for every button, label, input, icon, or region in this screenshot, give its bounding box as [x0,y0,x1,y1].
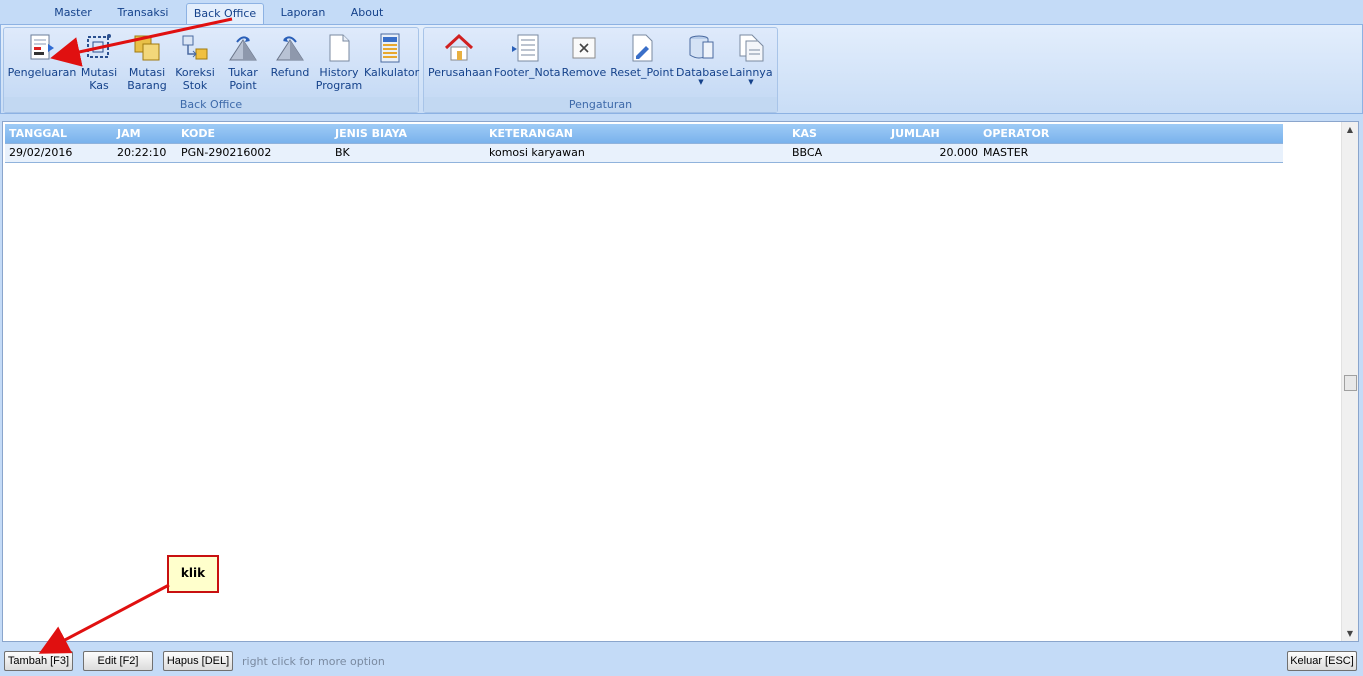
documents-icon [739,34,764,62]
database-dropdown-icon[interactable]: ▼ [676,79,726,86]
lainnya-dropdown-icon[interactable]: ▼ [728,79,774,86]
tab-master[interactable]: Master [48,4,98,22]
cell-operator: MASTER [983,146,1029,159]
koreksi-stok-label: Koreksi Stok [175,66,215,92]
cell-kas: BBCA [792,146,823,159]
database-icon [689,35,714,59]
edit-button[interactable]: Edit [F2] [83,651,153,671]
cell-jenis-biaya: BK [335,146,350,159]
right-click-hint: right click for more option [242,655,385,668]
calculator-icon [380,33,400,63]
scroll-down-icon[interactable]: ▼ [1342,629,1358,638]
column-header-jenis-biaya[interactable]: JENIS BIAYA [335,124,407,143]
expense-document-icon [30,34,54,60]
column-header-jumlah[interactable]: JUMLAH [891,124,940,143]
vertical-scrollbar[interactable]: ▲ ▼ [1341,122,1358,641]
mutasi-barang-label: Mutasi Barang [127,66,167,92]
column-header-keterangan[interactable]: KETERANGAN [489,124,573,143]
edit-document-icon [632,34,653,62]
table-row[interactable]: 29/02/2016 20:22:10 PGN-290216002 BK kom… [5,143,1283,163]
mutasi-kas-label: Mutasi Kas [80,66,118,92]
cell-jam: 20:22:10 [117,146,167,159]
column-header-tanggal[interactable]: TANGGAL [9,124,67,143]
keluar-button[interactable]: Keluar [ESC] [1287,651,1357,671]
reset-point-label: Reset_Point [610,66,674,79]
history-program-label: History Program [315,66,363,92]
kalkulator-button[interactable]: Kalkulator [364,30,420,79]
refund-label: Refund [270,66,310,79]
group-pengaturan-label: Pengaturan [424,97,777,112]
cash-transfer-icon [87,34,111,58]
column-header-kode[interactable]: KODE [181,124,215,143]
remove-label: Remove [561,66,607,79]
cell-keterangan: komosi karyawan [489,146,585,159]
home-icon [444,33,474,61]
footer-list-icon [512,34,539,62]
reset-point-button[interactable]: Reset_Point [610,30,674,79]
mutasi-barang-button[interactable]: Mutasi Barang [124,30,170,92]
close-icon [572,37,596,59]
tab-about[interactable]: About [345,4,389,22]
cell-jumlah: 20.000 [939,146,979,159]
remove-button[interactable]: Remove [561,30,607,79]
group-pengaturan: Perusahaan Footer_Nota Remove Reset_Poin… [423,27,778,113]
tab-transaksi[interactable]: Transaksi [112,4,174,22]
group-back-office-label: Back Office [4,97,418,112]
exchange-point-icon [229,36,257,61]
kalkulator-label: Kalkulator [364,66,420,79]
scroll-up-icon[interactable]: ▲ [1342,125,1358,134]
column-header-jam[interactable]: JAM [117,124,141,143]
mutasi-kas-button[interactable]: Mutasi Kas [78,30,120,92]
perusahaan-button[interactable]: Perusahaan [428,30,493,79]
koreksi-stok-button[interactable]: Koreksi Stok [172,30,218,92]
stock-correction-icon [182,35,208,60]
tukar-point-button[interactable]: Tukar Point [220,30,266,92]
goods-transfer-icon [134,35,160,61]
ribbon-tabbar: Master Transaksi Back Office Laporan Abo… [0,0,1363,25]
lainnya-button[interactable]: Lainnya ▼ [728,30,774,86]
tab-back-office[interactable]: Back Office [186,3,264,25]
footer-nota-label: Footer_Nota [494,66,561,79]
column-header-kas[interactable]: KAS [792,124,817,143]
group-back-office: Pengeluaran Mutasi Kas Mutasi Barang Kor… [3,27,419,113]
tukar-point-label: Tukar Point [228,66,258,92]
ribbon-panel: Pengeluaran Mutasi Kas Mutasi Barang Kor… [0,24,1363,114]
annotation-callout: klik [167,555,219,593]
history-document-icon [329,34,350,62]
scroll-thumb[interactable] [1344,375,1357,391]
refund-button[interactable]: Refund [267,30,313,79]
footer-nota-button[interactable]: Footer_Nota [494,30,561,79]
database-button[interactable]: Database ▼ [676,30,729,86]
grid-header: TANGGAL JAM KODE JENIS BIAYA KETERANGAN … [5,124,1283,143]
hapus-button[interactable]: Hapus [DEL] [163,651,233,671]
pengeluaran-label: Pengeluaran [7,66,77,79]
refund-icon [276,36,304,61]
pengeluaran-button[interactable]: Pengeluaran [7,30,77,79]
perusahaan-label: Perusahaan [428,66,493,79]
column-header-operator[interactable]: OPERATOR [983,124,1049,143]
cell-kode: PGN-290216002 [181,146,272,159]
tambah-button[interactable]: Tambah [F3] [4,651,73,671]
history-program-button[interactable]: History Program [315,30,363,92]
tab-laporan[interactable]: Laporan [276,4,330,22]
cell-tanggal: 29/02/2016 [9,146,73,159]
